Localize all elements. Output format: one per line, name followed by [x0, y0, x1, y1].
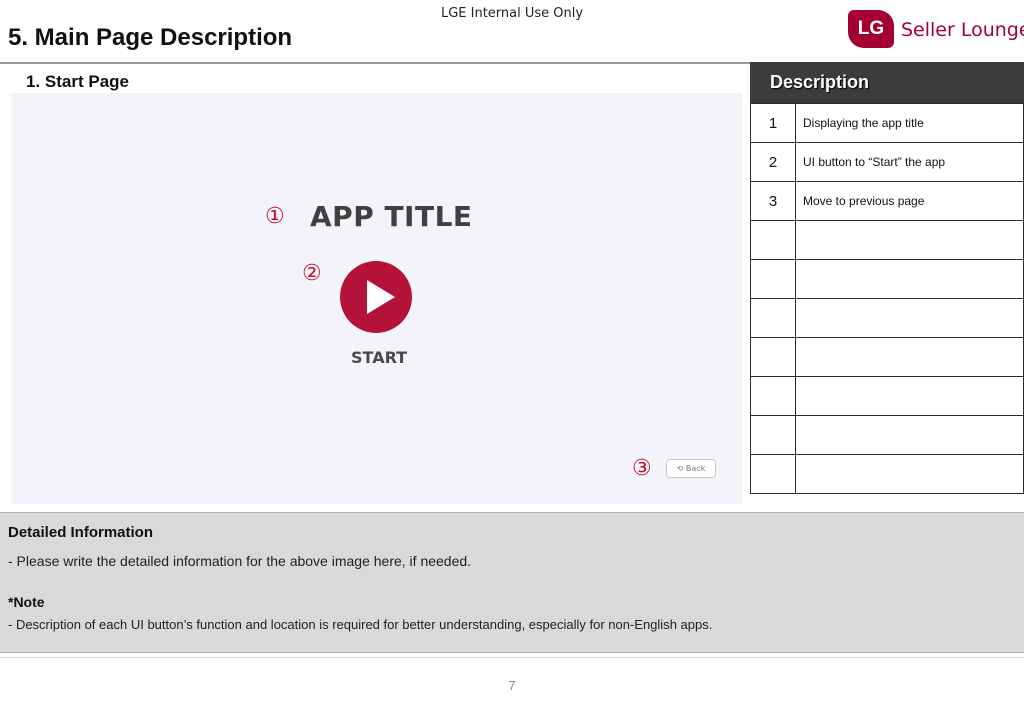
- row-description: [795, 259, 1024, 299]
- row-description: Displaying the app title: [795, 103, 1024, 143]
- detailed-information-box: Detailed Information - Please write the …: [0, 512, 1024, 653]
- row-number: 2: [750, 142, 796, 182]
- back-button[interactable]: ⟲ Back: [666, 459, 716, 478]
- row-description: [795, 415, 1024, 455]
- row-description: Move to previous page: [795, 181, 1024, 221]
- logo-text: Seller Lounge: [901, 19, 1024, 41]
- footer-divider: [0, 657, 1024, 658]
- lg-seller-lounge-logo: LG Seller Lounge: [848, 10, 1024, 50]
- note-text: - Description of each UI button’s functi…: [8, 617, 713, 632]
- description-panel: Description 1 Displaying the app title 2U…: [750, 62, 1024, 504]
- row-number: [750, 220, 796, 260]
- table-row: [750, 298, 1024, 338]
- table-row: [750, 376, 1024, 416]
- detail-title: Detailed Information: [8, 524, 154, 541]
- app-title: APP TITLE: [310, 200, 473, 233]
- row-description: [795, 298, 1024, 338]
- table-row: [750, 454, 1024, 494]
- page-number: 7: [508, 678, 516, 693]
- row-description: [795, 337, 1024, 377]
- marker-3: ③: [632, 456, 652, 481]
- table-row: [750, 259, 1024, 299]
- table-row: 2 UI button to “Start” the app: [750, 142, 1024, 182]
- row-number: [750, 298, 796, 338]
- table-row: [750, 337, 1024, 377]
- description-title: Description: [770, 72, 870, 92]
- description-table: 1 Displaying the app title 2 UI button to …: [750, 103, 1024, 494]
- marker-1: ①: [265, 204, 285, 229]
- table-row: 1 Displaying the app title: [750, 103, 1024, 143]
- row-number: [750, 376, 796, 416]
- row-description: [795, 454, 1024, 494]
- row-number: [750, 259, 796, 299]
- row-number: 1: [750, 103, 796, 143]
- start-button[interactable]: [340, 261, 412, 333]
- row-description: UI button to “Start” the app: [795, 142, 1024, 182]
- section-title: 1. Start Page: [26, 72, 129, 91]
- table-row: [750, 415, 1024, 455]
- start-label: START: [351, 348, 408, 367]
- row-number: 3: [750, 181, 796, 221]
- row-number: [750, 415, 796, 455]
- note-title: *Note: [8, 594, 45, 610]
- lg-logo-badge: LG: [848, 10, 894, 48]
- play-icon: [367, 280, 395, 314]
- table-row: 3 Move to previous page: [750, 181, 1024, 221]
- row-number: [750, 337, 796, 377]
- row-description: [795, 376, 1024, 416]
- row-description: [795, 220, 1024, 260]
- row-number: [750, 454, 796, 494]
- description-header: Description: [750, 62, 1024, 103]
- detail-text: - Please write the detailed information …: [8, 553, 472, 569]
- marker-2: ②: [302, 261, 322, 286]
- table-row: [750, 220, 1024, 260]
- page-title: 5. Main Page Description: [8, 24, 293, 51]
